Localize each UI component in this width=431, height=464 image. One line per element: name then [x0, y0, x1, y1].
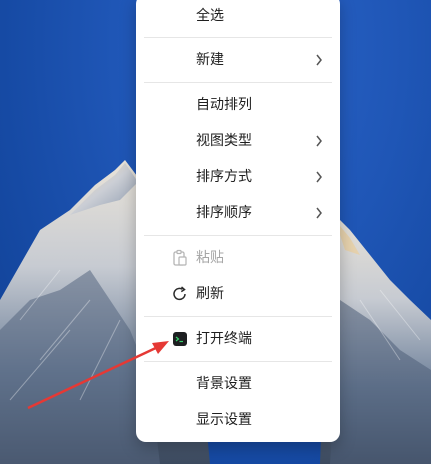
menu-item-new[interactable]: 新建	[136, 42, 340, 78]
menu-item-auto-arrange[interactable]: 自动排列	[136, 87, 340, 123]
menu-item-paste[interactable]: 粘贴	[136, 240, 340, 276]
menu-item-label: 排序顺序	[196, 205, 252, 221]
menu-item-label: 全选	[196, 8, 224, 24]
menu-item-select-all[interactable]: 全选	[136, 0, 340, 34]
menu-item-label: 显示设置	[196, 412, 252, 428]
chevron-right-icon	[316, 171, 322, 183]
menu-item-background-settings[interactable]: 背景设置	[136, 366, 340, 402]
menu-item-label: 背景设置	[196, 376, 252, 392]
paste-icon	[173, 249, 187, 266]
menu-item-label: 视图类型	[196, 133, 252, 149]
menu-separator	[144, 37, 332, 38]
menu-item-label: 刷新	[196, 286, 224, 302]
menu-item-sort-by[interactable]: 排序方式	[136, 159, 340, 195]
chevron-right-icon	[316, 54, 322, 66]
menu-item-display-settings[interactable]: 显示设置	[136, 402, 340, 438]
menu-item-label: 打开终端	[196, 331, 252, 347]
menu-item-refresh[interactable]: 刷新	[136, 276, 340, 312]
terminal-icon	[173, 332, 187, 346]
menu-item-sort-order[interactable]: 排序顺序	[136, 195, 340, 231]
menu-separator	[144, 82, 332, 83]
menu-separator	[144, 316, 332, 317]
chevron-right-icon	[316, 135, 322, 147]
menu-item-label: 粘贴	[196, 250, 224, 266]
menu-separator	[144, 361, 332, 362]
menu-item-label: 自动排列	[196, 97, 252, 113]
menu-item-view-type[interactable]: 视图类型	[136, 123, 340, 159]
refresh-icon	[173, 286, 186, 301]
chevron-right-icon	[316, 207, 322, 219]
desktop-context-menu: 全选 新建 自动排列 视图类型 排序方式 排序顺序 粘贴 刷新 打开终端 背景设…	[136, 0, 340, 442]
menu-item-open-terminal[interactable]: 打开终端	[136, 321, 340, 357]
menu-separator	[144, 235, 332, 236]
menu-item-label: 新建	[196, 52, 224, 68]
menu-item-label: 排序方式	[196, 169, 252, 185]
